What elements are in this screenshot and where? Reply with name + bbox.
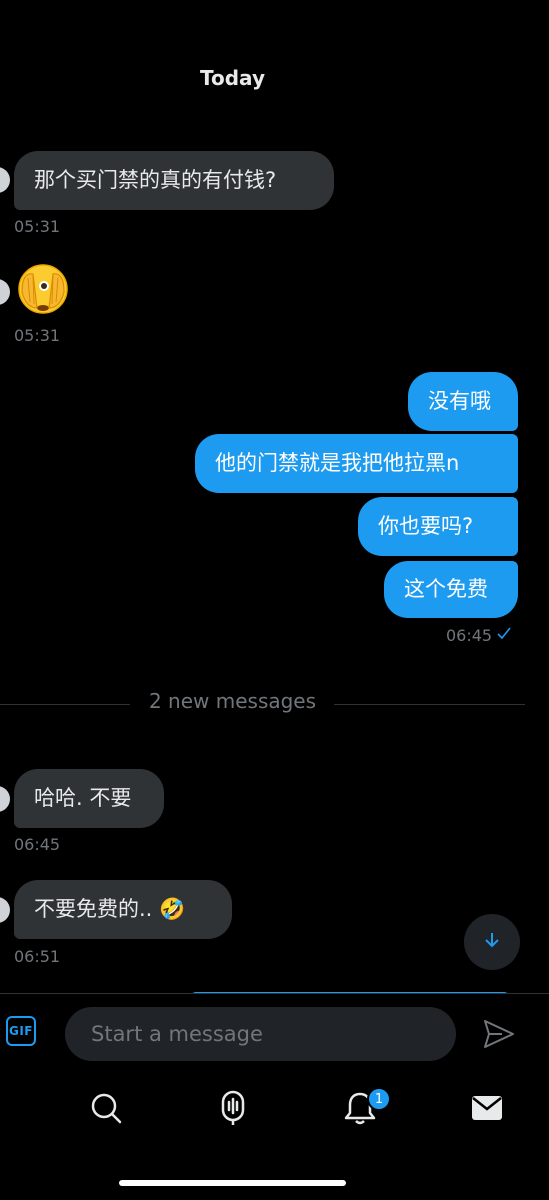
sender-avatar[interactable] xyxy=(0,786,10,812)
message-timestamp: 05:31 xyxy=(14,217,61,236)
tab-spaces[interactable] xyxy=(213,1090,253,1130)
scroll-to-bottom-button[interactable] xyxy=(464,914,520,970)
arrow-down-icon xyxy=(482,930,502,954)
message-timestamp: 06:45 xyxy=(446,625,493,645)
message-timestamp: 06:45 xyxy=(14,835,61,854)
tab-messages[interactable] xyxy=(467,1090,507,1130)
sender-avatar[interactable] xyxy=(0,279,10,305)
message-bubble-outgoing[interactable]: 没有哦 xyxy=(408,372,518,431)
face-with-peeking-eye-emoji[interactable] xyxy=(16,262,70,316)
message-status: 06:45 xyxy=(446,625,512,645)
home-indicator xyxy=(119,1180,346,1186)
message-bubble-incoming[interactable]: 不要免费的.. 🤣 xyxy=(14,880,232,939)
search-icon xyxy=(89,1091,123,1129)
check-icon xyxy=(496,625,512,645)
sender-avatar[interactable] xyxy=(0,897,10,923)
message-bubble-incoming[interactable]: 哈哈. 不要 xyxy=(14,769,164,828)
message-input[interactable] xyxy=(65,1007,456,1061)
gif-button[interactable]: GIF xyxy=(6,1016,36,1046)
message-bubble-outgoing[interactable]: 他的门禁就是我把他拉黑n xyxy=(195,434,518,493)
message-timestamp: 05:31 xyxy=(14,326,61,345)
message-bubble-outgoing[interactable]: 你也要吗? xyxy=(358,497,518,556)
date-header: Today xyxy=(200,66,265,90)
send-icon xyxy=(482,1020,516,1055)
message-bubble-outgoing[interactable]: 这个免费 xyxy=(384,561,518,618)
message-timestamp: 06:51 xyxy=(14,947,61,966)
notifications-badge: 1 xyxy=(367,1087,391,1111)
tab-search[interactable] xyxy=(86,1090,126,1130)
send-button[interactable] xyxy=(482,1017,516,1051)
microphone-icon xyxy=(216,1090,250,1130)
divider-line xyxy=(334,704,525,705)
sender-avatar[interactable] xyxy=(0,167,10,193)
new-messages-divider: 2 new messages xyxy=(148,689,317,713)
message-bubble-incoming[interactable]: 那个买门禁的真的有付钱? xyxy=(14,151,334,210)
envelope-icon xyxy=(470,1093,504,1127)
